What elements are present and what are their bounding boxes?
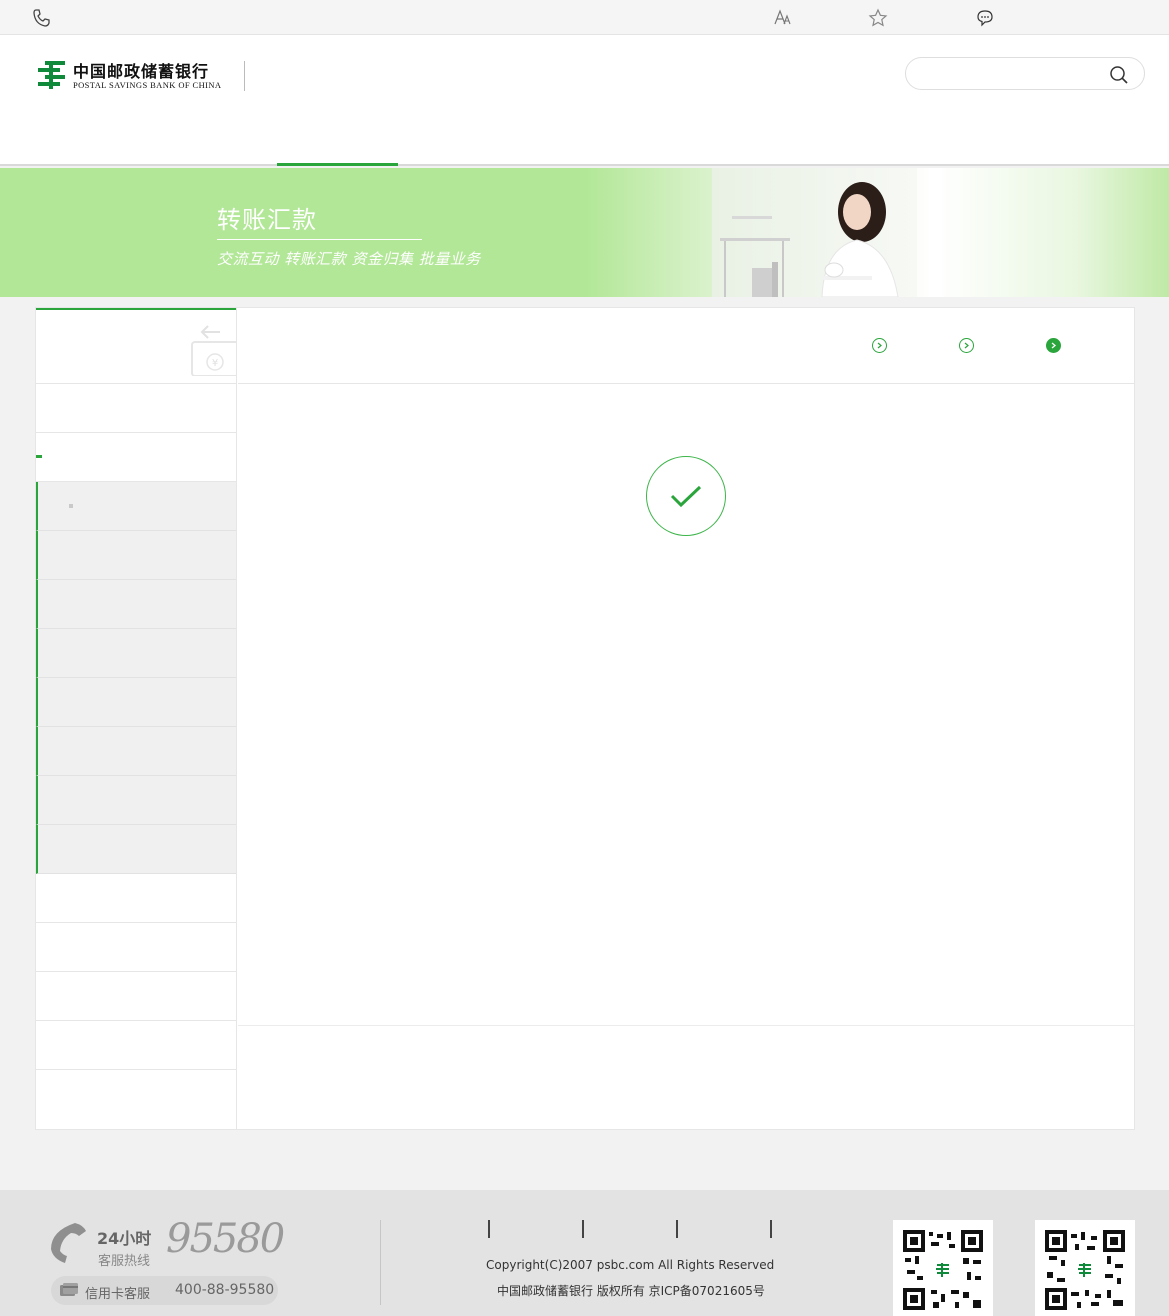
sidebar-subitem[interactable] bbox=[36, 727, 236, 776]
site-header: 中国邮政储蓄银行 POSTAL SAVINGS BANK OF CHINA bbox=[0, 35, 1169, 166]
search-box bbox=[905, 57, 1145, 90]
transfer-money-icon: ¥ bbox=[191, 325, 236, 376]
sidebar-header: ¥ bbox=[36, 308, 236, 384]
bullet-icon bbox=[69, 504, 73, 508]
logo-chinese-text: 中国邮政储蓄银行 bbox=[73, 62, 210, 81]
sidebar-item-active[interactable] bbox=[36, 433, 236, 482]
sidebar-subitem[interactable] bbox=[36, 580, 236, 629]
step-progress-bar bbox=[238, 308, 1134, 384]
sidebar-menu: ¥ bbox=[36, 308, 237, 1129]
banner-woman-photo bbox=[712, 168, 917, 297]
page-banner: 转账汇款 交流互动 转账汇款 资金归集 批量业务 bbox=[0, 168, 1169, 297]
credit-card-icon bbox=[60, 1283, 78, 1296]
nav-active-indicator bbox=[277, 163, 398, 166]
content-divider bbox=[238, 1025, 1134, 1026]
qr-code-wechat[interactable] bbox=[893, 1220, 993, 1316]
copyright-text: Copyright(C)2007 psbc.com All Rights Res… bbox=[486, 1258, 775, 1272]
hotline-subtitle: 客服热线 bbox=[98, 1254, 151, 1269]
content-area bbox=[238, 308, 1134, 1129]
search-input[interactable] bbox=[920, 64, 1100, 84]
psbc-emblem-icon bbox=[38, 61, 65, 89]
sidebar-subitem[interactable] bbox=[36, 825, 236, 874]
banner-subtitle: 交流互动 转账汇款 资金归集 批量业务 bbox=[217, 250, 481, 268]
icp-text: 中国邮政储蓄银行 版权所有 京ICP备07021605号 bbox=[497, 1284, 765, 1298]
sidebar-item[interactable] bbox=[36, 874, 236, 923]
hotline-number: 95580 bbox=[166, 1216, 285, 1262]
footer-link-separator bbox=[770, 1220, 772, 1238]
sidebar-subitem[interactable] bbox=[36, 776, 236, 825]
credit-card-number: 400-88-95580 bbox=[175, 1282, 275, 1298]
banner-divider bbox=[217, 239, 422, 240]
logo-divider bbox=[244, 61, 245, 91]
sidebar-item[interactable] bbox=[36, 1021, 236, 1070]
check-circle-icon bbox=[646, 456, 726, 536]
star-icon[interactable] bbox=[868, 8, 888, 28]
step-1-icon bbox=[872, 338, 887, 353]
footer-link-separator bbox=[488, 1220, 490, 1238]
hotline-24h-text: 24小时 bbox=[97, 1229, 152, 1248]
bank-logo[interactable]: 中国邮政储蓄银行 POSTAL SAVINGS BANK OF CHINA bbox=[36, 57, 246, 93]
footer-link-separator bbox=[582, 1220, 584, 1238]
qr-code-icon bbox=[1045, 1230, 1125, 1310]
sidebar-item[interactable] bbox=[36, 923, 236, 972]
footer-divider bbox=[380, 1220, 381, 1305]
search-icon[interactable] bbox=[1108, 64, 1130, 86]
footer-link-separator bbox=[676, 1220, 678, 1238]
sidebar-subitem[interactable] bbox=[36, 678, 236, 727]
logo-english-text: POSTAL SAVINGS BANK OF CHINA bbox=[73, 80, 222, 90]
sidebar-item[interactable] bbox=[36, 972, 236, 1021]
font-size-icon[interactable] bbox=[773, 8, 793, 28]
credit-card-hotline: 信用卡客服 400-88-95580 bbox=[51, 1276, 278, 1305]
svg-text:¥: ¥ bbox=[212, 358, 218, 369]
credit-card-label: 信用卡客服 bbox=[85, 1287, 151, 1302]
top-utility-bar bbox=[0, 0, 1169, 35]
banner-title: 转账汇款 bbox=[217, 206, 317, 234]
phone-icon[interactable] bbox=[31, 8, 51, 28]
qr-code-icon bbox=[903, 1230, 983, 1310]
step-2-icon bbox=[959, 338, 974, 353]
sidebar-item[interactable] bbox=[36, 384, 236, 433]
qr-code-app[interactable] bbox=[1035, 1220, 1135, 1316]
sidebar-subitem[interactable] bbox=[36, 482, 236, 531]
sidebar-subitem[interactable] bbox=[36, 531, 236, 580]
hotline-phone-icon bbox=[51, 1223, 86, 1263]
main-panel: ¥ bbox=[35, 307, 1135, 1130]
sidebar-subitem[interactable] bbox=[36, 629, 236, 678]
chat-icon[interactable] bbox=[975, 8, 995, 28]
step-3-icon bbox=[1046, 338, 1061, 353]
site-footer: 24小时 客服热线 95580 信用卡客服 400-88-95580 Copyr… bbox=[0, 1190, 1169, 1316]
